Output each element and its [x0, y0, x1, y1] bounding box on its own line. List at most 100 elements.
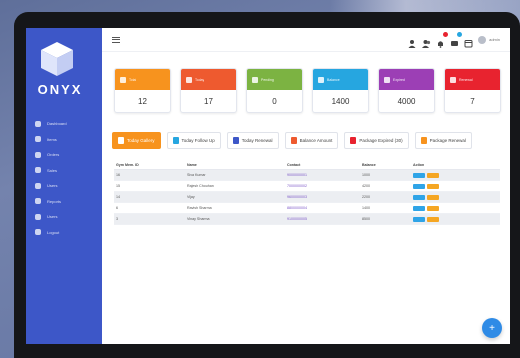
- user-name: admin: [489, 37, 500, 42]
- stat-card[interactable]: Today 17: [180, 68, 237, 113]
- member-id-cell: 6: [116, 206, 118, 210]
- stat-card[interactable]: Balance 1400: [312, 68, 369, 113]
- member-name-cell: Vinay Sharma: [187, 217, 210, 221]
- table-row[interactable]: 14 Vijay 9600000003 2200: [114, 192, 500, 203]
- stat-card-value: 17: [204, 97, 213, 106]
- stat-card-value: 4000: [397, 97, 416, 106]
- tab-label: Today Renewal: [241, 138, 273, 143]
- stat-card[interactable]: Pending 0: [246, 68, 303, 113]
- tab-label: Today Gallery: [127, 138, 155, 143]
- contact-link[interactable]: 7000000002: [287, 184, 362, 188]
- stat-card-title: Expired: [393, 77, 405, 82]
- nav-item-icon: [35, 182, 41, 189]
- tab-today-gallery[interactable]: Today Gallery: [112, 132, 161, 149]
- action-cell: [413, 205, 493, 211]
- add-fab-button[interactable]: +: [482, 318, 502, 338]
- sidebar-item-items[interactable]: Items: [26, 132, 102, 148]
- table-row[interactable]: 3 Vinay Sharma 9100000005 8500: [114, 214, 500, 225]
- cube-logo-icon: [41, 42, 73, 76]
- tab-today-renewal[interactable]: Today Renewal: [226, 132, 279, 149]
- stat-card[interactable]: Expired 4000: [378, 68, 435, 113]
- stat-card-icon: [450, 76, 456, 83]
- tab-package-expired-30[interactable]: Package Expired (30): [344, 132, 409, 149]
- tab-icon: [350, 137, 357, 144]
- column-header: Contact: [287, 162, 301, 167]
- view-button[interactable]: [413, 194, 425, 200]
- tab-icon: [420, 137, 427, 144]
- nav-item-icon: [35, 151, 41, 158]
- sidebar-item-users[interactable]: Users: [26, 209, 102, 225]
- message-badge: [457, 32, 463, 37]
- action-cell: [413, 216, 493, 222]
- tab-package-renewal[interactable]: Package Renewal: [414, 132, 472, 149]
- sidebar-item-orders[interactable]: Orders: [26, 147, 102, 163]
- stat-card-icon: [318, 76, 324, 83]
- nav-item-icon: [35, 136, 41, 143]
- sidebar-item-logout[interactable]: Logout: [26, 225, 102, 241]
- balance-cell: 1400: [362, 206, 370, 210]
- view-button[interactable]: [413, 172, 425, 178]
- tab-label: Package Renewal: [429, 138, 466, 143]
- sidebar-item-reports[interactable]: Reports: [26, 194, 102, 210]
- stat-card-header: Balance: [313, 69, 368, 90]
- nav-item-icon: [35, 213, 41, 220]
- sidebar-nav: Dashboard Items Orders Sales Users Reports Use…: [26, 116, 102, 240]
- balance-cell: 8500: [362, 217, 370, 221]
- stat-card[interactable]: Renewal 7: [444, 68, 501, 113]
- tab-today-follow-up[interactable]: Today Follow Up: [166, 132, 221, 149]
- sidebar-item-sales[interactable]: Sales: [26, 163, 102, 179]
- topbar: admin: [102, 28, 510, 52]
- sidebar-item-dashboard[interactable]: Dashboard: [26, 116, 102, 132]
- topbar-actions: admin: [408, 32, 500, 48]
- contact-link[interactable]: 9000000001: [287, 173, 362, 177]
- column-header: Gym Mem. ID: [116, 162, 139, 167]
- edit-button[interactable]: [427, 216, 439, 222]
- table-row[interactable]: 6 Ravish Sharma 8800000004 1400: [114, 203, 500, 214]
- action-cell: [413, 194, 493, 200]
- column-header: Name: [187, 162, 197, 167]
- column-header: Action: [413, 162, 425, 167]
- stat-card[interactable]: Total 12: [114, 68, 171, 113]
- nav-item-icon: [35, 198, 41, 205]
- action-cell: [413, 172, 493, 178]
- member-id-cell: 15: [116, 184, 120, 188]
- stat-card-title: Total: [129, 77, 137, 82]
- stat-card-title: Today: [195, 77, 205, 82]
- edit-button[interactable]: [427, 205, 439, 211]
- member-id-cell: 3: [116, 217, 118, 221]
- user-add-icon[interactable]: [408, 35, 417, 48]
- tab-icon: [290, 137, 297, 144]
- column-header: Balance: [362, 162, 376, 167]
- table-row[interactable]: 15 Rajesh Chouhan 7000000002 4200: [114, 181, 500, 192]
- edit-button[interactable]: [427, 172, 439, 178]
- view-button[interactable]: [413, 183, 425, 189]
- notification-bell-icon[interactable]: [436, 32, 449, 48]
- member-id-cell: 16: [116, 173, 120, 177]
- stat-card-header: Today: [181, 69, 236, 90]
- view-button[interactable]: [413, 216, 425, 222]
- stat-card-value: 7: [470, 97, 475, 106]
- stat-card-icon: [186, 76, 192, 83]
- stat-card-title: Renewal: [459, 77, 473, 82]
- sidebar-item-label: Dashboard: [47, 121, 67, 127]
- menu-toggle-icon[interactable]: [112, 36, 120, 43]
- sidebar-item-label: Users: [47, 183, 58, 189]
- sidebar-item-label: Logout: [47, 229, 60, 235]
- calendar-icon[interactable]: [464, 35, 473, 48]
- view-button[interactable]: [413, 205, 425, 211]
- contact-link[interactable]: 8800000004: [287, 206, 362, 210]
- stat-card-icon: [252, 76, 258, 83]
- contact-link[interactable]: 9600000003: [287, 195, 362, 199]
- message-icon[interactable]: [450, 32, 463, 46]
- sidebar: ONYX Dashboard Items Orders Sales Users Repor…: [26, 28, 102, 344]
- edit-button[interactable]: [427, 194, 439, 200]
- sidebar-item-label: Orders: [47, 152, 60, 158]
- balance-cell: 4200: [362, 184, 370, 188]
- users-icon[interactable]: [422, 35, 431, 48]
- edit-button[interactable]: [427, 183, 439, 189]
- tab-balance-amount[interactable]: Balance Amount: [284, 132, 339, 149]
- sidebar-item-users[interactable]: Users: [26, 178, 102, 194]
- contact-link[interactable]: 9100000005: [287, 217, 362, 221]
- user-menu[interactable]: admin: [478, 35, 500, 44]
- table-row[interactable]: 16 Siva Kumar 9000000001 1000: [114, 170, 500, 181]
